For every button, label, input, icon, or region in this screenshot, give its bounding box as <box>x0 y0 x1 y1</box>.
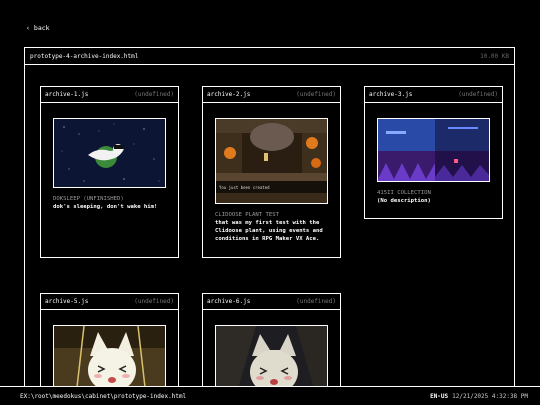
card-title: archive-5.js <box>45 298 89 305</box>
card-meta: (undefined) <box>134 91 174 98</box>
archive-card[interactable]: archive-3.js (undefined) 415II COLLECTIO… <box>364 86 503 219</box>
taskbar-status: EN-US 12/21/2025 4:32:38 PM <box>430 393 528 400</box>
card-thumbnail[interactable] <box>215 325 328 386</box>
archive-window: prototype-4-archive-index.html 10.00 KB … <box>24 47 515 387</box>
card-caption: DOKSLEEP (UNFINISHED) <box>53 196 124 202</box>
window-title: prototype-4-archive-index.html <box>30 52 139 60</box>
card-header: archive-2.js (undefined) <box>203 87 340 103</box>
card-header: archive-5.js (undefined) <box>41 294 178 310</box>
card-body: 415II COLLECTION (No description) <box>365 182 502 205</box>
card-caption: CLIDOOSE PLANT TEST <box>215 212 279 218</box>
card-meta: (undefined) <box>296 91 336 98</box>
card-thumbnail[interactable] <box>53 118 166 188</box>
card-description: that was my first test with the Clidoose… <box>215 220 323 242</box>
game-screenshot-image: You just been created <box>216 119 327 203</box>
back-link[interactable]: ‹ back <box>26 24 50 32</box>
back-label: back <box>33 24 50 32</box>
archive-card[interactable]: archive-2.js (undefined) You just been c… <box>202 86 341 258</box>
collection-collage-image <box>378 119 489 181</box>
sleeping-character-image <box>54 119 165 187</box>
card-meta: (undefined) <box>296 298 336 305</box>
cat-character-dark-image <box>216 326 327 386</box>
archive-card[interactable]: archive-5.js (undefined) <box>40 293 179 386</box>
file-path: EX:\root\meedokus\cabinet\prototype-inde… <box>20 392 187 400</box>
card-header: archive-6.js (undefined) <box>203 294 340 310</box>
taskbar: EX:\root\meedokus\cabinet\prototype-inde… <box>0 386 540 405</box>
chevron-left-icon: ‹ <box>26 24 30 32</box>
archive-card[interactable]: archive-1.js (undefined) DOKSLEEP (UNFIN… <box>40 86 179 258</box>
card-caption: 415II COLLECTION <box>377 190 431 196</box>
cat-character-image <box>54 326 165 386</box>
card-thumbnail[interactable] <box>53 325 166 386</box>
card-thumbnail[interactable]: You just been created <box>215 118 328 204</box>
language-indicator[interactable]: EN-US <box>430 393 448 400</box>
clock: 12/21/2025 4:32:38 PM <box>452 392 528 400</box>
card-body: CLIDOOSE PLANT TEST that was my first te… <box>203 204 340 243</box>
window-header: prototype-4-archive-index.html 10.00 KB <box>25 48 514 65</box>
card-title: archive-1.js <box>45 91 89 98</box>
card-thumbnail[interactable] <box>377 118 490 182</box>
card-header: archive-3.js (undefined) <box>365 87 502 103</box>
card-header: archive-1.js (undefined) <box>41 87 178 103</box>
card-meta: (undefined) <box>134 298 174 305</box>
card-meta: (undefined) <box>458 91 498 98</box>
file-size: 10.00 KB <box>480 52 509 60</box>
game-dialog-text: You just been created <box>219 185 270 190</box>
card-body: DOKSLEEP (UNFINISHED) dok's sleeping, do… <box>41 188 178 211</box>
card-description: (No description) <box>377 198 431 204</box>
card-title: archive-6.js <box>207 298 251 305</box>
archive-card[interactable]: archive-6.js (undefined) <box>202 293 341 386</box>
card-title: archive-3.js <box>369 91 413 98</box>
card-description: dok's sleeping, don't wake him! <box>53 204 158 210</box>
card-title: archive-2.js <box>207 91 251 98</box>
